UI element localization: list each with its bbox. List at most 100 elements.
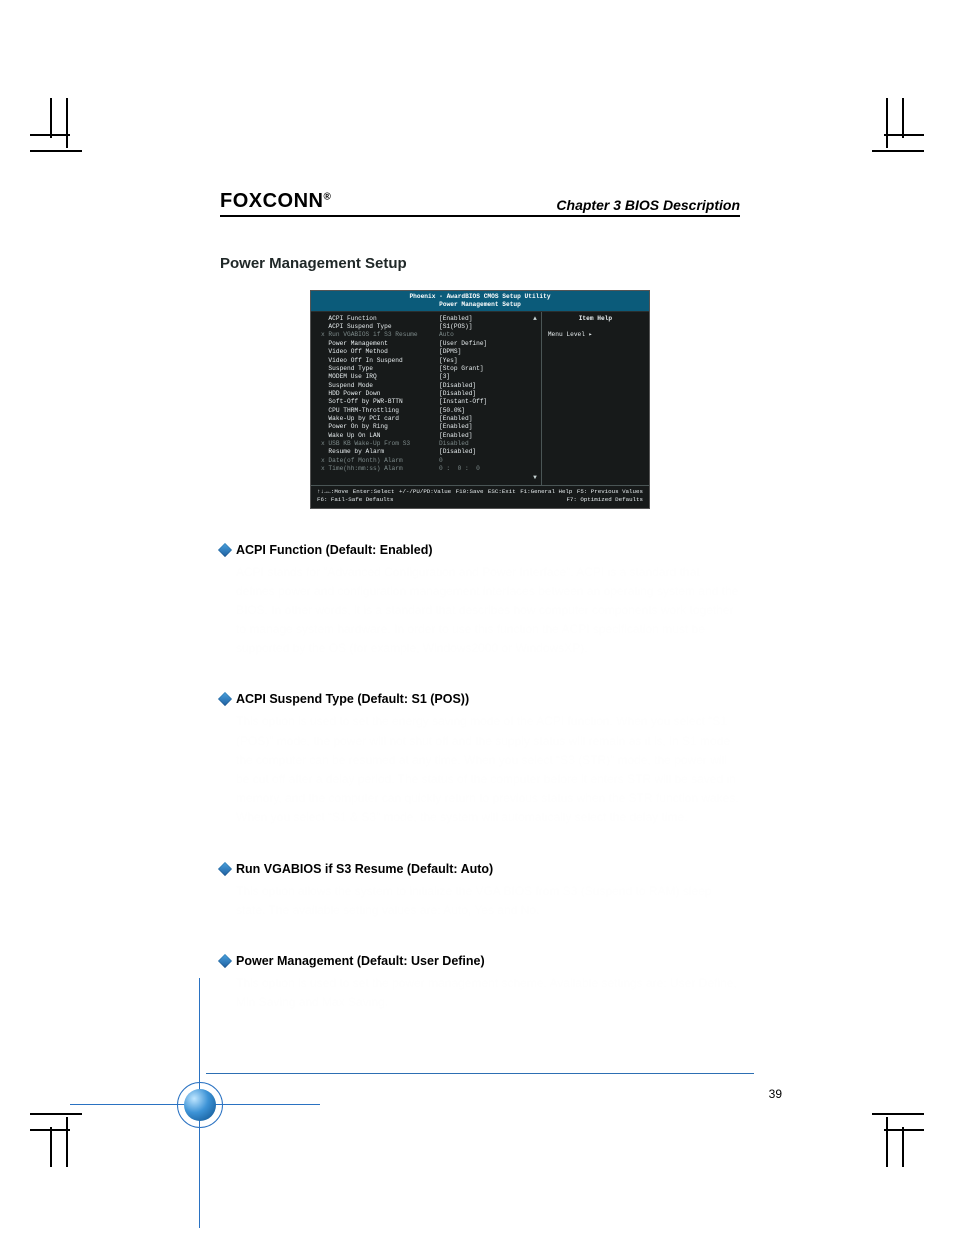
bullet-diamond-icon (218, 862, 232, 876)
doc-item-title: ACPI Suspend Type (Default: S1 (POS)) (236, 692, 469, 706)
bios-row: Video Off In Suspend[Yes] (321, 357, 537, 365)
doc-item-paragraph: This option is used to set the energy sa… (236, 712, 740, 827)
bios-row-value: [3] (439, 373, 450, 381)
bios-row-value: [S1(POS)] (439, 323, 472, 331)
bios-row-label: x Run VGABIOS if S3 Resume (321, 331, 439, 339)
bios-row-label: Video Off In Suspend (321, 357, 439, 365)
crop-mark-top-right (854, 110, 914, 170)
bios-row-value: [Enabled] (439, 423, 472, 431)
bios-titlebar: Phoenix - AwardBIOS CMOS Setup Utility P… (311, 291, 649, 312)
bios-row: MODEM Use IRQ[3] (321, 373, 537, 381)
bios-row-label: Video Off Method (321, 348, 439, 356)
doc-item-title: Run VGABIOS if S3 Resume (Default: Auto) (236, 862, 493, 876)
chapter-title: Chapter 3 BIOS Description (556, 197, 740, 213)
bios-key-value: +/-/PU/PD:Value (399, 488, 451, 496)
ornament-sphere-icon (184, 1089, 216, 1121)
bios-row: x Run VGABIOS if S3 ResumeAuto (321, 331, 537, 339)
bios-row: Suspend Type[Stop Grant] (321, 365, 537, 373)
doc-item-title: ACPI Function (Default: Enabled) (236, 543, 433, 557)
bios-row-label: Suspend Type (321, 365, 439, 373)
bios-row: Power Management[User Define] (321, 340, 537, 348)
bios-row-label: x USB KB Wake-Up From S3 (321, 440, 439, 448)
bios-row: Soft-Off by PWR-BTTN[Instant-Off] (321, 398, 537, 406)
bios-row-label: Wake Up On LAN (321, 432, 439, 440)
bios-row: Resume by Alarm[Disabled] (321, 448, 537, 456)
bios-row-value: 0 : 0 : 0 (439, 465, 480, 473)
bios-row-label: x Time(hh:mm:ss) Alarm (321, 465, 439, 473)
page-header: FOXCONN® Chapter 3 BIOS Description (220, 190, 740, 217)
bios-settings-pane: ▲ ACPI Function[Enabled] ACPI Suspend Ty… (311, 312, 541, 485)
bios-row-value: [Enabled] (439, 432, 472, 440)
bios-row-label: ACPI Suspend Type (321, 323, 439, 331)
bios-key-save: F10:Save (456, 488, 484, 496)
bios-row-label: CPU THRM-Throttling (321, 407, 439, 415)
doc-item-head: ACPI Suspend Type (Default: S1 (POS)) (220, 692, 740, 706)
doc-item-paragraph: ACPI stands for “Advanced Configuration … (236, 563, 740, 659)
doc-item-body: ACPI stands for “Advanced Configuration … (220, 563, 740, 659)
section-title: Power Management Setup (220, 255, 740, 272)
doc-item: Power Management (Default: User Define) T… (220, 954, 740, 1012)
bios-row-label: Wake-Up by PCI card (321, 415, 439, 423)
bios-row: CPU THRM-Throttling[50.0%] (321, 407, 537, 415)
scroll-down-icon: ▼ (533, 474, 537, 482)
bios-help-pane: Item Help Menu Level ▸ (541, 312, 649, 485)
bios-row-value: [DPMS] (439, 348, 461, 356)
bios-help-title: Item Help (548, 315, 643, 323)
bios-row-value: [User Define] (439, 340, 487, 348)
bios-row-value: Auto (439, 331, 454, 339)
bullet-diamond-icon (218, 692, 232, 706)
doc-item-body: This option is used to set the energy sa… (220, 712, 740, 827)
bios-title-line-1: Phoenix - AwardBIOS CMOS Setup Utility (311, 293, 649, 301)
crop-mark-bottom-right (854, 1095, 914, 1155)
bios-key-opt: F7: Optimized Defaults (566, 496, 643, 504)
bios-row: x Date(of Month) Alarm0 (321, 457, 537, 465)
bios-row: HDD Power Down[Disabled] (321, 390, 537, 398)
registered-mark: ® (324, 191, 332, 202)
bios-row: x Time(hh:mm:ss) Alarm0 : 0 : 0 (321, 465, 537, 473)
bios-row-value: [Enabled] (439, 315, 472, 323)
doc-item-paragraph: This option allows the system to initial… (236, 882, 740, 920)
bios-row-label: Power Management (321, 340, 439, 348)
doc-item-body: This option is used to set the power man… (220, 974, 740, 1012)
bios-row: x USB KB Wake-Up From S3Disabled (321, 440, 537, 448)
doc-item-paragraph: This option is used to set the power man… (236, 974, 740, 1012)
doc-item: Run VGABIOS if S3 Resume (Default: Auto)… (220, 862, 740, 920)
bios-row-value: [Disabled] (439, 390, 476, 398)
bios-screenshot: Phoenix - AwardBIOS CMOS Setup Utility P… (310, 290, 650, 509)
bios-row-value: [50.0%] (439, 407, 465, 415)
bios-row: Power On by Ring[Enabled] (321, 423, 537, 431)
bios-key-prev: F5: Previous Values (577, 488, 643, 496)
bios-row: Wake Up On LAN[Enabled] (321, 432, 537, 440)
doc-item-head: ACPI Function (Default: Enabled) (220, 543, 740, 557)
bios-row-value: Disabled (439, 440, 469, 448)
doc-item-head: Power Management (Default: User Define) (220, 954, 740, 968)
scroll-up-icon: ▲ (533, 315, 537, 323)
brand-text: FOXCONN (220, 190, 324, 212)
doc-item-head: Run VGABIOS if S3 Resume (Default: Auto) (220, 862, 740, 876)
bios-menu-level: Menu Level ▸ (548, 331, 643, 339)
bios-row: ACPI Suspend Type[S1(POS)] (321, 323, 537, 331)
bios-key-esc: ESC:Exit (488, 488, 516, 496)
bios-footer: ↑↓→←:Move Enter:Select +/-/PU/PD:Value F… (311, 485, 649, 508)
bios-row-label: ACPI Function (321, 315, 439, 323)
bios-row-label: x Date(of Month) Alarm (321, 457, 439, 465)
bios-key-move: ↑↓→←:Move (317, 488, 348, 496)
bios-row: Suspend Mode[Disabled] (321, 382, 537, 390)
doc-item-body: This option allows the system to initial… (220, 882, 740, 920)
bios-row-value: [Yes] (439, 357, 458, 365)
bios-row-label: MODEM Use IRQ (321, 373, 439, 381)
bios-row-value: [Disabled] (439, 382, 476, 390)
page-number: 39 (769, 1087, 782, 1101)
bullet-diamond-icon (218, 542, 232, 556)
page-content: FOXCONN® Chapter 3 BIOS Description Powe… (220, 190, 740, 1014)
bios-row-label: Soft-Off by PWR-BTTN (321, 398, 439, 406)
bios-title-line-2: Power Management Setup (311, 301, 649, 309)
bios-row-value: [Disabled] (439, 448, 476, 456)
brand-logo: FOXCONN® (220, 190, 331, 213)
bios-row-label: Power On by Ring (321, 423, 439, 431)
bios-key-enter: Enter:Select (353, 488, 395, 496)
bios-key-fail: F6: Fail-Safe Defaults (317, 496, 394, 504)
bios-row-label: Suspend Mode (321, 382, 439, 390)
doc-item-title: Power Management (Default: User Define) (236, 954, 485, 968)
crop-mark-top-left (40, 110, 100, 170)
